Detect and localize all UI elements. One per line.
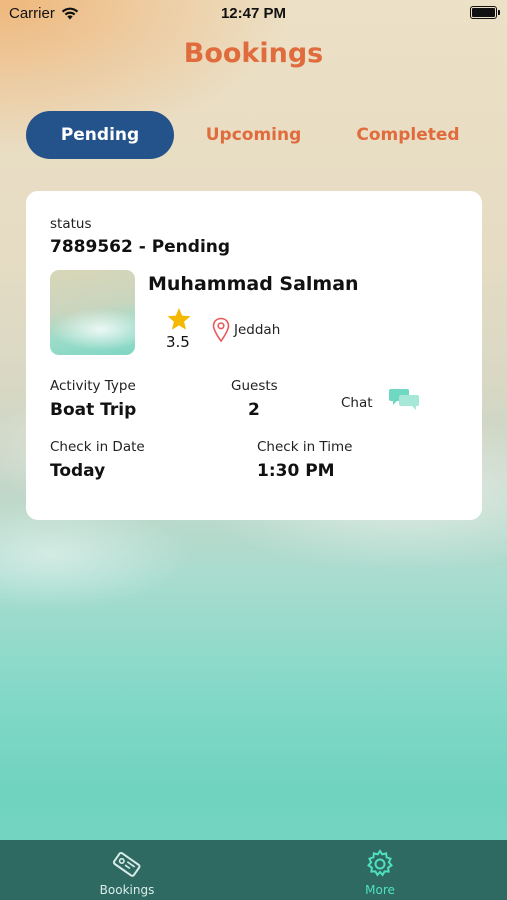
customer-name: Muhammad Salman	[148, 273, 359, 295]
location-city: Jeddah	[234, 322, 281, 338]
checkin-date-label: Check in Date	[50, 439, 145, 455]
clock: 12:47 PM	[220, 5, 287, 22]
star-icon	[167, 308, 191, 330]
guests-value: 2	[248, 400, 260, 420]
checkin-time-label: Check in Time	[257, 439, 353, 455]
checkin-time-value: 1:30 PM	[257, 461, 335, 481]
tabbar-bookings-label: Bookings	[99, 883, 155, 897]
booking-card[interactable]: status 7889562 - Pending Muhammad Salman…	[26, 191, 482, 520]
ticket-icon	[112, 851, 141, 877]
tabbar-more[interactable]: More	[253, 840, 507, 900]
tab-completed[interactable]: Completed	[336, 111, 480, 159]
tab-upcoming[interactable]: Upcoming	[186, 111, 321, 159]
tab-pending[interactable]: Pending	[26, 111, 174, 159]
rating-value: 3.5	[166, 333, 190, 351]
booking-tabs: Pending Upcoming Completed	[26, 111, 482, 159]
chat-label[interactable]: Chat	[341, 395, 373, 411]
status-bar: Carrier 12:47 PM	[0, 0, 507, 28]
activity-thumbnail	[50, 270, 135, 355]
status-label: status	[50, 216, 92, 232]
booking-id-status: 7889562 - Pending	[50, 237, 231, 257]
checkin-date-value: Today	[50, 461, 106, 481]
tabbar-more-label: More	[365, 883, 395, 897]
gear-icon	[367, 849, 393, 877]
bottom-tab-bar: Bookings More	[0, 840, 507, 900]
location-pin-icon	[212, 317, 230, 343]
activity-type-value: Boat Trip	[50, 400, 137, 420]
tabbar-bookings[interactable]: Bookings	[0, 840, 254, 900]
guests-label: Guests	[231, 378, 278, 394]
chat-icon[interactable]	[389, 387, 419, 411]
activity-type-label: Activity Type	[50, 378, 136, 394]
battery-icon	[470, 6, 500, 19]
page-title: Bookings	[183, 38, 324, 69]
